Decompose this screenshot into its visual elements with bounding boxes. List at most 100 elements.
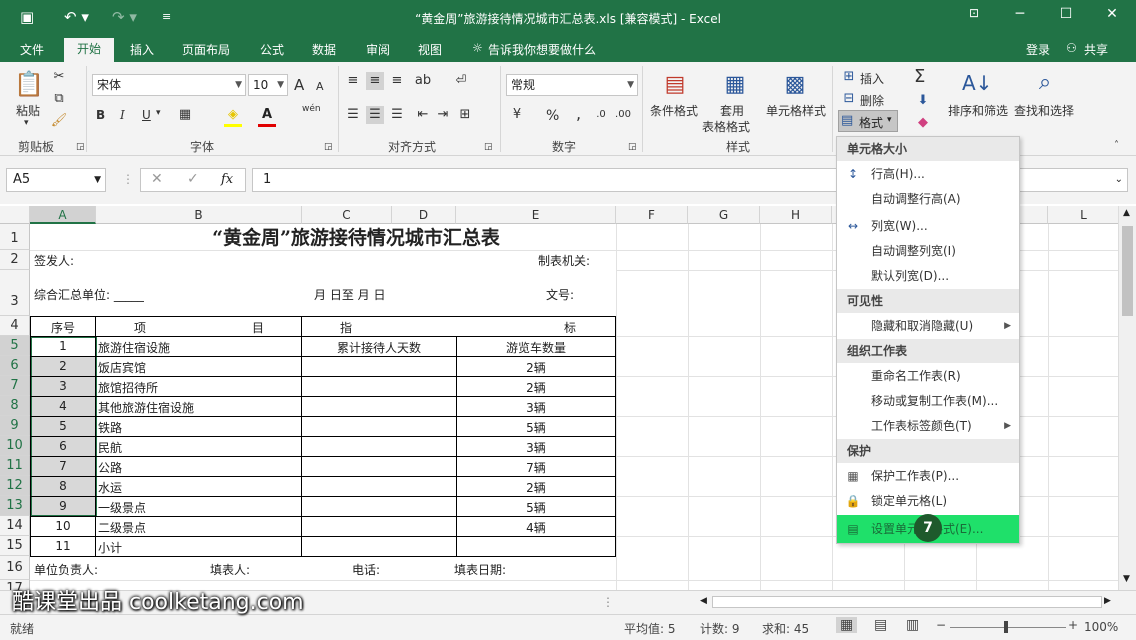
- cell-name[interactable]: 民航: [98, 439, 122, 456]
- scroll-left-icon[interactable]: ◀: [700, 596, 707, 606]
- cell-styles-icon[interactable]: ▩: [780, 70, 810, 100]
- cell-name[interactable]: 小计: [98, 539, 122, 556]
- normal-view-icon[interactable]: ▦: [836, 617, 858, 633]
- menu-item-move-copy-sheet[interactable]: 移动或复制工作表(M)...: [837, 389, 1019, 414]
- cell-bus-count[interactable]: 2辆: [456, 359, 616, 376]
- row-header[interactable]: 9: [0, 416, 30, 436]
- zoom-in-icon[interactable]: +: [1068, 618, 1078, 632]
- cell-bus-count[interactable]: 4辆: [456, 519, 616, 536]
- row-header[interactable]: 5: [0, 336, 30, 356]
- column-header-d[interactable]: D: [392, 206, 456, 224]
- find-select-icon[interactable]: ⌕: [1030, 68, 1060, 98]
- scroll-thumb[interactable]: [1122, 226, 1133, 316]
- cell-name[interactable]: 饭店宾馆: [98, 359, 146, 376]
- delete-cells-icon[interactable]: ⊟: [840, 90, 858, 108]
- row-header[interactable]: 3: [0, 270, 30, 316]
- menu-item-protect-sheet[interactable]: ▦ 保护工作表(P)...: [837, 464, 1019, 489]
- align-left-icon[interactable]: ☰: [344, 106, 362, 124]
- maximize-icon[interactable]: ☐: [1054, 6, 1078, 28]
- cell-bus-count[interactable]: 2辆: [456, 479, 616, 496]
- cell-bus-count[interactable]: 5辆: [456, 419, 616, 436]
- fill-color-icon[interactable]: ◈: [224, 106, 242, 124]
- format-as-table-icon[interactable]: ▦: [720, 70, 750, 100]
- currency-icon[interactable]: ¥: [508, 106, 526, 124]
- format-as-table-label-2[interactable]: 表格格式: [702, 118, 750, 135]
- minimize-icon[interactable]: ─: [1008, 6, 1032, 28]
- menu-item-autofit-column[interactable]: 自动调整列宽(I): [837, 239, 1019, 264]
- cell-seq[interactable]: 10: [30, 519, 96, 533]
- vertical-scrollbar[interactable]: ▲ ▼: [1118, 206, 1136, 590]
- cell-seq[interactable]: 3: [30, 379, 96, 393]
- font-size-select[interactable]: 10 ▼: [248, 74, 288, 96]
- cell-seq[interactable]: 9: [30, 499, 96, 513]
- menu-item-row-height[interactable]: ↕ 行高(H)...: [837, 162, 1019, 187]
- cell-styles-button[interactable]: 单元格样式: [766, 102, 826, 119]
- decrease-decimal-icon[interactable]: .00: [614, 106, 632, 124]
- collapse-ribbon-icon[interactable]: ˄: [1114, 140, 1119, 151]
- zoom-out-icon[interactable]: −: [936, 618, 946, 632]
- cell-name[interactable]: 水运: [98, 479, 122, 496]
- tabbar-splitter-icon[interactable]: ⋮: [602, 595, 614, 609]
- cell-name[interactable]: 旅游住宿设施: [98, 339, 170, 356]
- format-as-table-label-1[interactable]: 套用: [720, 102, 744, 119]
- tab-file[interactable]: 文件: [20, 41, 44, 58]
- cell-seq[interactable]: 2: [30, 359, 96, 373]
- row-header[interactable]: 4: [0, 316, 30, 336]
- orientation-icon[interactable]: ab: [414, 72, 432, 90]
- column-header-a[interactable]: A: [30, 206, 96, 224]
- cell-visitor-days[interactable]: 累计接待人天数: [302, 339, 456, 356]
- column-header-e[interactable]: E: [456, 206, 616, 224]
- page-break-icon[interactable]: ▥: [906, 617, 919, 633]
- cell-seq[interactable]: 4: [30, 399, 96, 413]
- phonetic-icon[interactable]: wén: [302, 104, 321, 114]
- zoom-slider-thumb[interactable]: [1004, 621, 1008, 633]
- merge-center-icon[interactable]: ⊞: [456, 106, 474, 124]
- cell-seq[interactable]: 5: [30, 419, 96, 433]
- menu-item-hide-unhide[interactable]: 隐藏和取消隐藏(U) ▶: [837, 314, 1019, 339]
- name-box[interactable]: A5 ▼: [6, 168, 106, 192]
- bold-button[interactable]: B: [96, 108, 105, 122]
- insert-cells-icon[interactable]: ⊞: [840, 68, 858, 86]
- page-layout-icon[interactable]: ▤: [874, 617, 887, 633]
- tab-formulas[interactable]: 公式: [260, 41, 284, 58]
- column-header-b[interactable]: B: [96, 206, 302, 224]
- cell-name[interactable]: 铁路: [98, 419, 122, 436]
- conditional-format-button[interactable]: 条件格式: [650, 102, 698, 119]
- align-middle-icon[interactable]: ≡: [366, 72, 384, 90]
- select-all-corner[interactable]: [0, 206, 30, 224]
- font-name-select[interactable]: 宋体 ▼: [92, 74, 246, 96]
- column-header-h[interactable]: H: [760, 206, 832, 224]
- percent-button[interactable]: %: [546, 108, 559, 124]
- cell-seq[interactable]: 7: [30, 459, 96, 473]
- horizontal-scrollbar[interactable]: [712, 596, 1102, 608]
- cell-seq[interactable]: 1: [30, 339, 96, 353]
- menu-item-rename-sheet[interactable]: 重命名工作表(R): [837, 364, 1019, 389]
- cell-bus-count[interactable]: 7辆: [456, 459, 616, 476]
- find-select-button[interactable]: 查找和选择: [1014, 102, 1074, 119]
- align-top-icon[interactable]: ≡: [344, 72, 362, 90]
- column-header-c[interactable]: C: [302, 206, 392, 224]
- tab-insert[interactable]: 插入: [130, 41, 154, 58]
- zoom-slider-track[interactable]: [950, 627, 1066, 628]
- menu-item-column-width[interactable]: ↔ 列宽(W)...: [837, 214, 1019, 239]
- row-header[interactable]: 11: [0, 456, 30, 476]
- row-header[interactable]: 12: [0, 476, 30, 496]
- paste-button[interactable]: 粘贴: [16, 102, 40, 119]
- tab-review[interactable]: 审阅: [366, 41, 390, 58]
- ribbon-display-icon[interactable]: ⊡: [962, 6, 986, 28]
- copy-icon[interactable]: ⧉: [50, 90, 68, 108]
- row-header[interactable]: 1: [0, 224, 30, 250]
- clipboard-launcher-icon[interactable]: ◲: [76, 142, 85, 152]
- cell-name[interactable]: 一级景点: [98, 499, 146, 516]
- cell-bus-count[interactable]: 3辆: [456, 399, 616, 416]
- format-button[interactable]: ▤ 格式 ▾: [838, 110, 898, 132]
- number-launcher-icon[interactable]: ◲: [628, 142, 637, 152]
- tell-me-box[interactable]: 告诉我你想要做什么: [488, 41, 596, 58]
- alignment-launcher-icon[interactable]: ◲: [484, 142, 493, 152]
- cell-bus-count[interactable]: 5辆: [456, 499, 616, 516]
- tab-view[interactable]: 视图: [418, 41, 442, 58]
- conditional-format-icon[interactable]: ▤: [660, 70, 690, 100]
- menu-item-lock-cell[interactable]: 🔒 锁定单元格(L): [837, 489, 1019, 514]
- decrease-font-icon[interactable]: A: [316, 80, 324, 93]
- border-icon[interactable]: ▦: [176, 106, 194, 124]
